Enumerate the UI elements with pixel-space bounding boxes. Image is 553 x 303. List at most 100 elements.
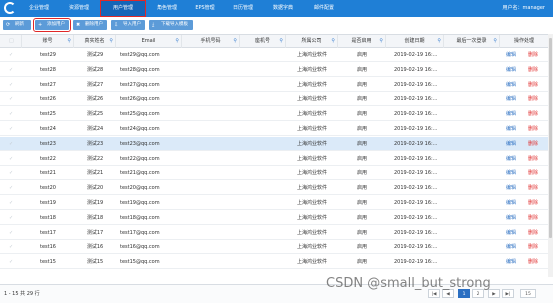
download-template-button[interactable]: ⤓ 下载导入模板 xyxy=(149,20,193,30)
search-icon[interactable]: ⚲ xyxy=(331,35,335,48)
row-checkbox[interactable]: ✓ xyxy=(0,137,22,151)
page-size-select[interactable]: 15 xyxy=(520,289,536,298)
table-row[interactable]: ✓ test28 测试28 test28@qq.com 上海鸿业软件 启用 2019-02-… xyxy=(0,63,548,77)
delete-link[interactable]: 删除 xyxy=(528,48,538,62)
header-name[interactable]: 真实姓名 ⚲ xyxy=(74,35,116,48)
search-icon[interactable]: ⚲ xyxy=(175,35,179,48)
delete-user-button[interactable]: ✖ 删除用户 xyxy=(73,20,107,30)
edit-link[interactable]: 编辑 xyxy=(506,48,516,62)
nav-resources[interactable]: 资源管理 xyxy=(60,0,98,17)
row-checkbox[interactable]: ✓ xyxy=(0,107,22,121)
edit-link[interactable]: 编辑 xyxy=(506,107,516,121)
nav-mail[interactable]: 邮件配置 xyxy=(305,0,343,17)
table-row[interactable]: ✓ test27 测试27 test27@qq.com 上海鸿业软件 启用 2019-02-… xyxy=(0,78,548,92)
header-account[interactable]: 账号 ⚲ xyxy=(22,35,74,48)
delete-link[interactable]: 删除 xyxy=(528,196,538,210)
search-icon[interactable]: ⚲ xyxy=(109,35,113,48)
row-checkbox[interactable]: ✓ xyxy=(0,63,22,77)
edit-link[interactable]: 编辑 xyxy=(506,166,516,180)
table-row[interactable]: ✓ test25 测试25 test25@qq.com 上海鸿业软件 启用 2019-02-… xyxy=(0,107,548,122)
edit-link[interactable]: 编辑 xyxy=(506,181,516,195)
vertical-scrollbar[interactable] xyxy=(548,34,553,277)
header-email[interactable]: Email ⚲ xyxy=(116,35,182,48)
edit-link[interactable]: 编辑 xyxy=(506,240,516,254)
delete-link[interactable]: 删除 xyxy=(528,166,538,180)
last-page-button[interactable]: ▶| xyxy=(502,289,514,298)
delete-link[interactable]: 删除 xyxy=(528,107,538,121)
nav-enterprise[interactable]: 企业管理 xyxy=(20,0,58,17)
header-company[interactable]: 所属公司 ⚲ xyxy=(286,35,338,48)
edit-link[interactable]: 编辑 xyxy=(506,196,516,210)
edit-link[interactable]: 编辑 xyxy=(506,255,516,269)
cell-enabled: 启用 xyxy=(356,229,367,236)
delete-link[interactable]: 删除 xyxy=(528,78,538,92)
table-row[interactable]: ✓ test17 测试17 test17@qq.com 上海鸿业软件 启用 2019-02-… xyxy=(0,226,548,240)
header-mobile[interactable]: 手机号码 ⚲ xyxy=(182,35,240,48)
table-row[interactable]: ✓ test15 测试15 test15@qq.com 上海鸿业软件 启用 2019-02-… xyxy=(0,255,548,270)
delete-link[interactable]: 删除 xyxy=(528,211,538,225)
delete-link[interactable]: 删除 xyxy=(528,137,538,151)
row-checkbox[interactable]: ✓ xyxy=(0,181,22,195)
cell-mobile xyxy=(182,226,240,240)
header-last-login[interactable]: 最后一次登录 ⚲ xyxy=(444,35,500,48)
table-row[interactable]: ✓ test18 测试18 test18@qq.com 上海鸿业软件 启用 2019-02-… xyxy=(0,211,548,225)
delete-link[interactable]: 删除 xyxy=(528,63,538,77)
nav-calendar[interactable]: 日历管理 xyxy=(225,0,261,17)
row-checkbox[interactable]: ✓ xyxy=(0,78,22,92)
edit-link[interactable]: 编辑 xyxy=(506,137,516,151)
header-phone[interactable]: 座机号 ⚲ xyxy=(240,35,286,48)
table-row[interactable]: ✓ test26 测试26 test26@qq.com 上海鸿业软件 启用 2019-02-… xyxy=(0,92,548,107)
row-checkbox[interactable]: ✓ xyxy=(0,226,22,240)
scrollbar-thumb[interactable] xyxy=(549,38,552,238)
row-checkbox[interactable]: ✓ xyxy=(0,166,22,180)
delete-link[interactable]: 删除 xyxy=(528,255,538,269)
row-checkbox[interactable]: ✓ xyxy=(0,122,22,136)
search-icon[interactable]: ⚲ xyxy=(233,35,237,48)
nav-dictionary[interactable]: 数据字典 xyxy=(265,0,301,17)
row-checkbox[interactable]: ✓ xyxy=(0,92,22,106)
delete-link[interactable]: 删除 xyxy=(528,122,538,136)
edit-link[interactable]: 编辑 xyxy=(506,78,516,92)
search-icon[interactable]: ⚲ xyxy=(493,35,497,48)
header-created[interactable]: 创建日期 ⚲ xyxy=(386,35,444,48)
nav-users[interactable]: 用户管理 xyxy=(100,0,146,17)
delete-link[interactable]: 删除 xyxy=(528,181,538,195)
delete-user-label: 删除用户 xyxy=(85,22,103,27)
table-row[interactable]: ✓ test24 测试24 test24@qq.com 上海鸿业软件 启用 2019-02-… xyxy=(0,122,548,136)
row-checkbox[interactable]: ✓ xyxy=(0,255,22,269)
edit-link[interactable]: 编辑 xyxy=(506,152,516,166)
edit-link[interactable]: 编辑 xyxy=(506,226,516,240)
table-row[interactable]: ✓ test19 测试19 test19@qq.com 上海鸿业软件 启用 2019-02-… xyxy=(0,196,548,210)
edit-link[interactable]: 编辑 xyxy=(506,63,516,77)
delete-link[interactable]: 删除 xyxy=(528,240,538,254)
edit-link[interactable]: 编辑 xyxy=(506,92,516,106)
table-row[interactable]: ✓ test21 测试21 test21@qq.com 上海鸿业软件 启用 2019-02-… xyxy=(0,166,548,181)
search-icon[interactable]: ⚲ xyxy=(67,35,71,48)
row-checkbox[interactable]: ✓ xyxy=(0,240,22,254)
header-checkbox[interactable]: □ xyxy=(0,35,22,48)
row-checkbox[interactable]: ✓ xyxy=(0,48,22,62)
table-row[interactable]: ✓ test23 测试23 test23@qq.com 上海鸿业软件 启用 2019-02-… xyxy=(0,136,548,151)
table-row[interactable]: ✓ test20 测试20 test20@qq.com 上海鸿业软件 启用 2019-02-… xyxy=(0,181,548,196)
edit-link[interactable]: 编辑 xyxy=(506,122,516,136)
search-icon[interactable]: ⚲ xyxy=(437,35,441,48)
cell-enabled: 启用 xyxy=(356,155,367,162)
table-row[interactable]: ✓ test29 测试29 test29@qq.com 上海鸿业软件 启用 2019-02-… xyxy=(0,48,548,62)
add-user-button[interactable]: + 添加用户 xyxy=(33,18,71,32)
search-icon[interactable]: ⚲ xyxy=(379,35,383,48)
edit-link[interactable]: 编辑 xyxy=(506,211,516,225)
row-checkbox[interactable]: ✓ xyxy=(0,211,22,225)
table-row[interactable]: ✓ test22 测试22 test22@qq.com 上海鸿业软件 启用 2019-02-… xyxy=(0,152,548,166)
refresh-button[interactable]: ⟳ 刷新 xyxy=(3,20,31,30)
delete-link[interactable]: 删除 xyxy=(528,152,538,166)
row-checkbox[interactable]: ✓ xyxy=(0,196,22,210)
import-user-button[interactable]: ⇩ 导入用户 xyxy=(111,20,145,30)
delete-link[interactable]: 删除 xyxy=(528,226,538,240)
table-row[interactable]: ✓ test16 测试16 test16@qq.com 上海鸿业软件 启用 2019-02-… xyxy=(0,240,548,255)
row-checkbox[interactable]: ✓ xyxy=(0,152,22,166)
header-enabled[interactable]: 是否启用 ⚲ xyxy=(338,35,386,48)
nav-roles[interactable]: 角色管理 xyxy=(150,0,184,17)
search-icon[interactable]: ⚲ xyxy=(279,35,283,48)
delete-link[interactable]: 删除 xyxy=(528,92,538,106)
nav-eps[interactable]: EPS管理 xyxy=(188,0,222,17)
